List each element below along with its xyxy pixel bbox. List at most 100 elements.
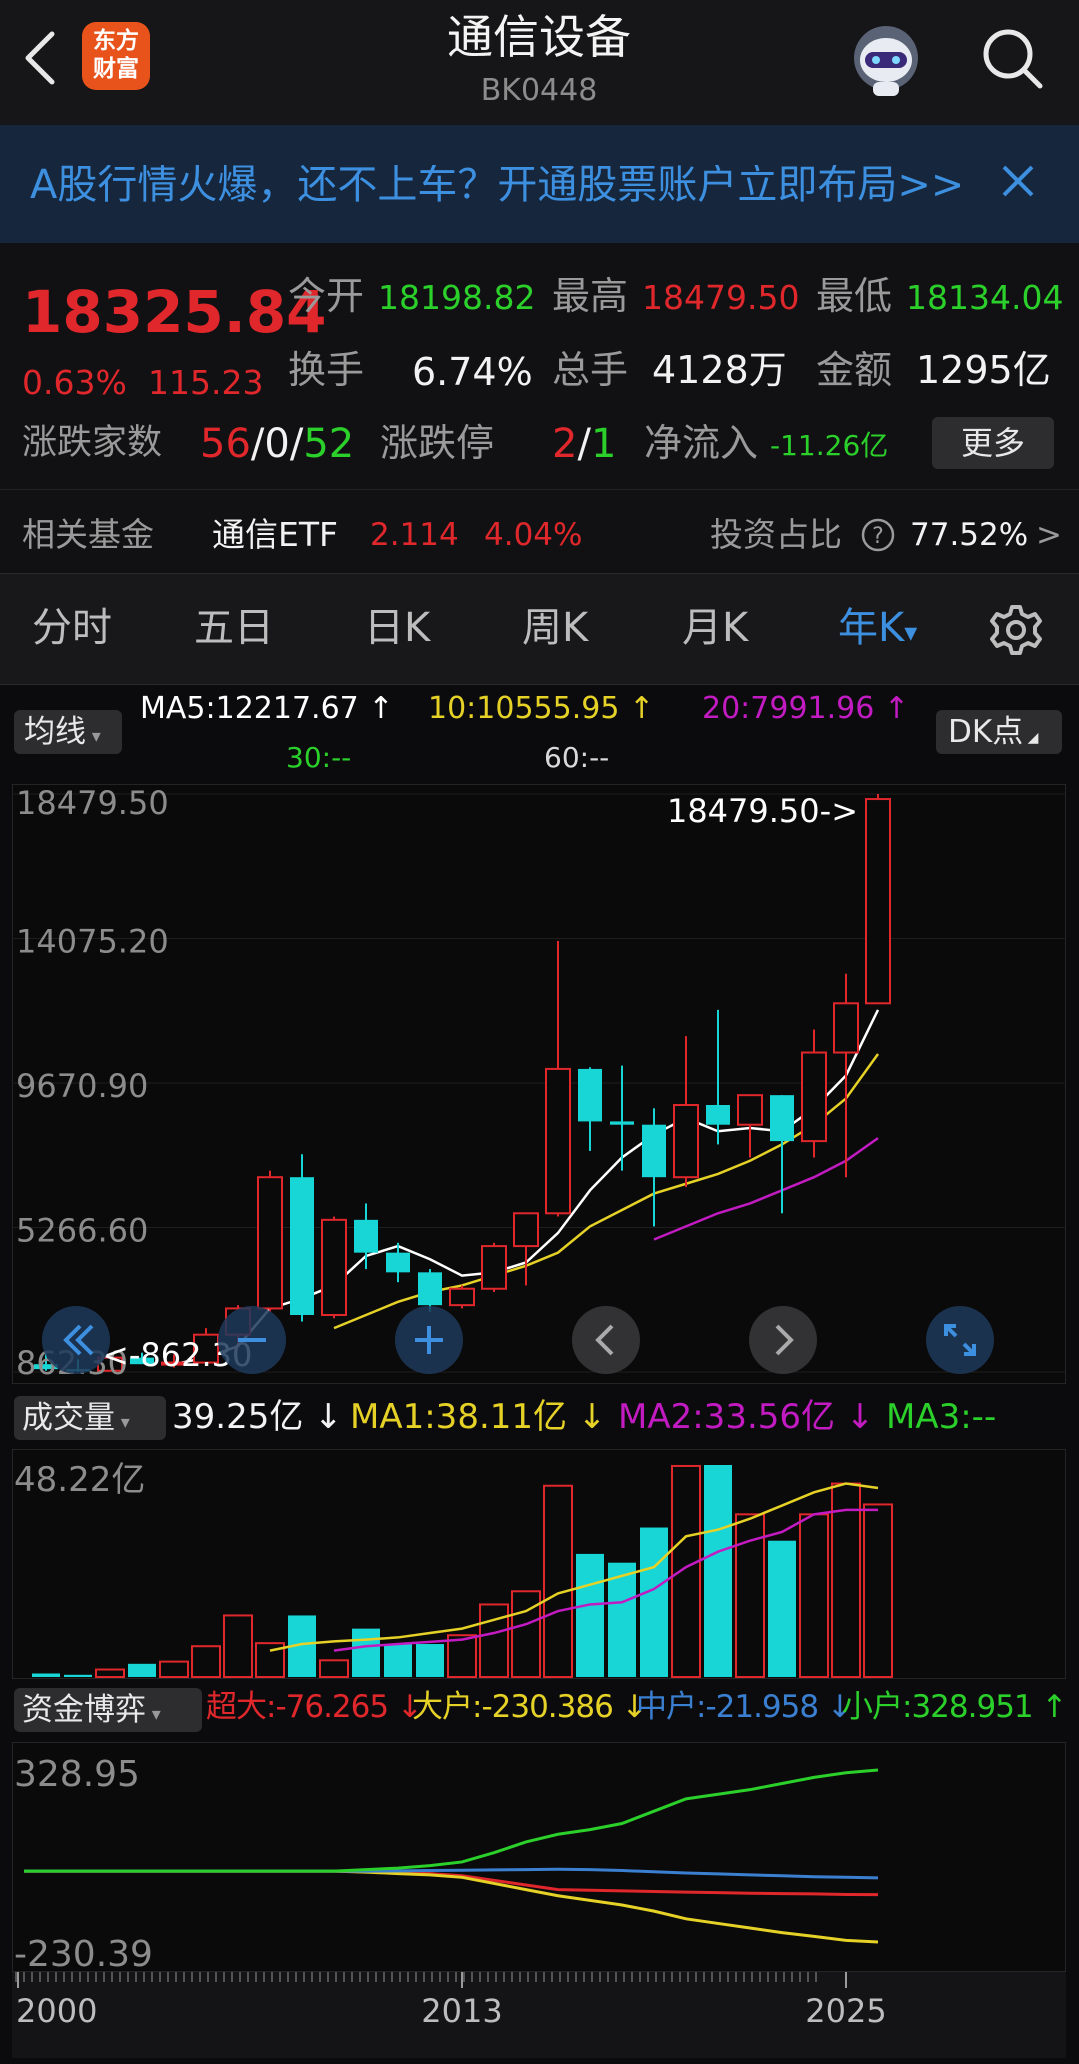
volume-bar (32, 1673, 60, 1677)
volume-bar (128, 1663, 156, 1677)
rewind-icon[interactable] (40, 1304, 112, 1376)
high-marker-label: 18479.50-> (667, 792, 858, 830)
zoom-out-icon[interactable] (216, 1304, 288, 1376)
x-tick-label: 2000 (16, 1992, 97, 2030)
flow-y-tick-top: 328.95 (14, 1754, 140, 1795)
volume-bar (511, 1590, 541, 1679)
chevron-down-icon: ▾ (904, 618, 918, 648)
gear-icon[interactable] (988, 602, 1044, 658)
volume-bar (95, 1668, 125, 1679)
volume-bar (831, 1482, 861, 1678)
volume-ma1: MA1:38.11亿 ↓ (350, 1397, 607, 1437)
divider (0, 489, 1079, 490)
small-flow: 小户:328.951 ↑ (842, 1689, 1067, 1725)
volume-selector[interactable]: 成交量 ▾ (14, 1396, 166, 1440)
promo-banner[interactable]: A股行情火爆，还不上车？开通股票账户立即布局>> (0, 125, 1079, 243)
banner-close-icon[interactable] (998, 161, 1038, 201)
search-icon[interactable] (978, 24, 1048, 94)
back-button[interactable] (20, 28, 70, 88)
capital-flow-chart[interactable]: 328.95 -230.39 2000 2013 2025 (12, 1742, 1066, 2058)
promo-banner-text[interactable]: A股行情火爆，还不上车？开通股票账户立即布局>> (30, 165, 960, 205)
flat-count: 0 (264, 421, 290, 467)
candle-body (545, 1067, 571, 1215)
change-percent: 0.63% (22, 363, 127, 402)
zoom-in-icon[interactable] (393, 1304, 465, 1376)
x-tick-label: 2013 (421, 1992, 502, 2030)
candle-body (706, 1105, 730, 1125)
volume-bar (799, 1513, 829, 1679)
chevron-down-icon: ▾ (115, 1412, 130, 1433)
candle-body (642, 1124, 666, 1178)
page-title: 通信设备 (447, 10, 631, 64)
turnover-label: 换手 (288, 348, 365, 392)
logo-text-line2: 财富 (93, 56, 139, 82)
candle-body (578, 1068, 602, 1122)
chevron-down-icon: ▾ (86, 726, 101, 747)
volume-current: 39.25亿 ↓ (172, 1397, 343, 1437)
candle-body (770, 1095, 794, 1142)
breadth-label: 涨跌家数 (22, 423, 163, 463)
limit-down-count: 1 (590, 421, 617, 467)
ma-selector[interactable]: 均线 ▾ (14, 710, 122, 754)
y-tick-label: 9670.90 (16, 1067, 148, 1105)
breadth-values: 56/0/52 (200, 421, 355, 467)
period-tabs: 分时 五日 日K 周K 月K 年K▾ (0, 573, 1079, 685)
corner-triangle-icon: ◢ (1023, 730, 1039, 746)
related-fund-name[interactable]: 通信ETF (212, 518, 338, 551)
tab-daily-k[interactable]: 日K (364, 608, 430, 648)
dk-point-button[interactable]: DK点 ◢ (936, 710, 1062, 754)
limit-label: 涨跌停 (380, 421, 495, 465)
volume-bar (319, 1659, 349, 1679)
robot-assistant-icon[interactable] (843, 18, 929, 104)
candle-body (354, 1219, 378, 1253)
open-value: 18198.82 (378, 278, 536, 317)
volume-label: 总手 (552, 348, 629, 392)
chevron-right-icon[interactable] (747, 1304, 819, 1376)
investment-ratio-value[interactable]: 77.52% (910, 520, 1028, 551)
volume-bar (384, 1644, 412, 1677)
more-button[interactable]: 更多 (932, 417, 1054, 469)
volume-bar (576, 1553, 604, 1677)
top-bar: 东方 财富 通信设备 BK0448 (0, 0, 1079, 125)
tab-five-day[interactable]: 五日 (194, 608, 274, 648)
volume-bar (352, 1628, 380, 1677)
app-logo[interactable]: 东方 财富 (82, 22, 150, 90)
fullscreen-icon[interactable] (924, 1304, 996, 1376)
y-tick-label: 14075.20 (16, 923, 169, 961)
y-tick-label: 5266.60 (16, 1212, 148, 1250)
related-fund-percent: 4.04% (484, 517, 583, 553)
last-price: 18325.84 (22, 278, 327, 346)
ma10-value: 10:10555.95 ↑ (428, 691, 655, 726)
volume-bar (768, 1540, 796, 1677)
low-value: 18134.04 (906, 278, 1064, 317)
capital-game-selector[interactable]: 资金博弈 ▾ (14, 1688, 202, 1732)
volume-bar (159, 1660, 189, 1679)
chart-controls (0, 1304, 1079, 1374)
limit-up-count: 2 (552, 421, 578, 467)
volume-ma3: MA3:-- (886, 1397, 997, 1437)
volume-bar (543, 1484, 573, 1678)
ma30-value: 30:-- (286, 741, 352, 774)
chevron-right-icon[interactable]: > (1036, 520, 1062, 551)
y-tick-label: 18479.50 (16, 784, 169, 822)
candle-body (386, 1252, 410, 1273)
tab-yearly-k[interactable]: 年K▾ (838, 608, 917, 648)
amount-value: 1295亿 (916, 348, 1051, 392)
tab-intraday[interactable]: 分时 (32, 608, 112, 648)
volume-bar (416, 1644, 444, 1677)
chevron-left-icon[interactable] (570, 1304, 642, 1376)
help-icon[interactable]: ? (860, 517, 896, 553)
x-tick-label: 2025 (805, 1992, 886, 2030)
volume-ma2: MA2:33.56亿 ↓ (618, 1397, 875, 1437)
high-label: 最高 (552, 274, 629, 318)
tab-weekly-k[interactable]: 周K (522, 608, 588, 648)
down-count: 52 (303, 421, 355, 467)
tab-monthly-k[interactable]: 月K (682, 608, 748, 648)
volume-chart[interactable]: 48.22亿 (12, 1449, 1066, 1679)
volume-bar (704, 1465, 732, 1677)
svg-text:?: ? (872, 524, 884, 549)
super-large-flow: 超大:-76.265 ↓ (206, 1689, 423, 1725)
high-value: 18479.50 (642, 278, 800, 317)
candlestick-chart[interactable]: 18479.5014075.209670.905266.60862.301847… (12, 784, 1066, 1384)
candle-body (513, 1212, 539, 1248)
